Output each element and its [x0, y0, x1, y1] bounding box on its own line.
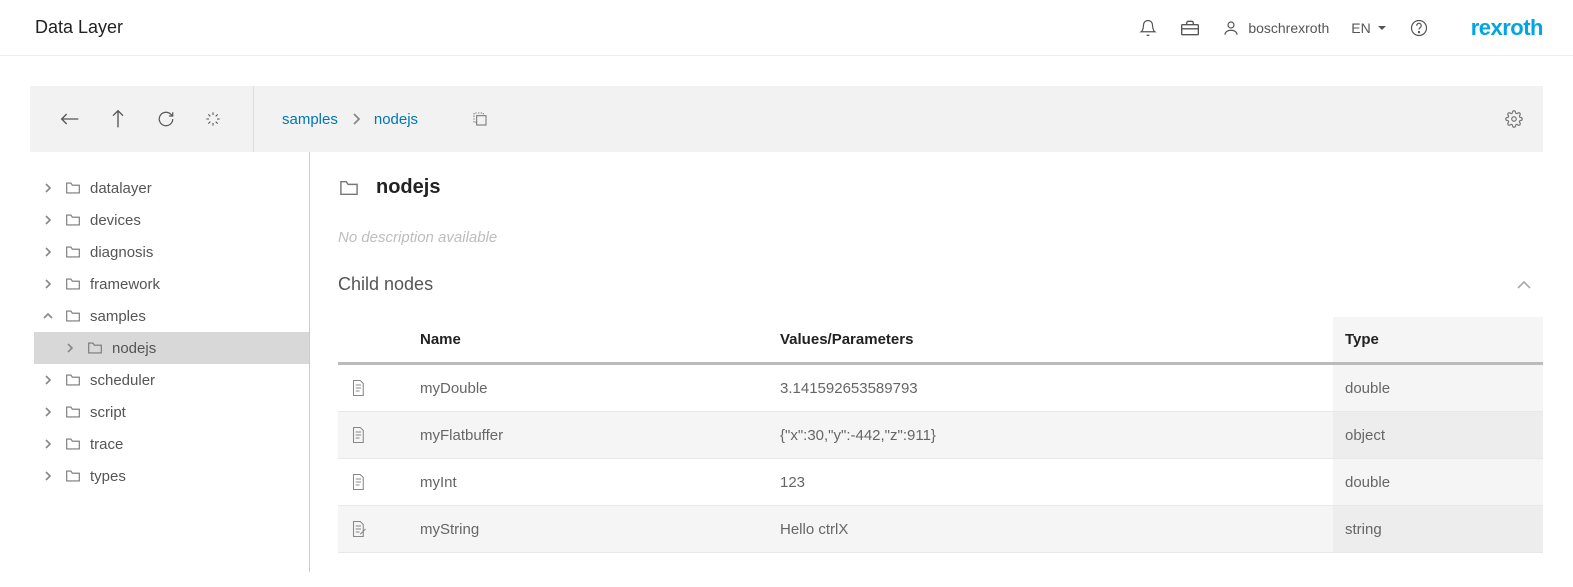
new-window-icon[interactable]: [472, 111, 488, 127]
toolbar: samples nodejs: [30, 86, 1543, 152]
crumb-samples[interactable]: samples: [282, 111, 338, 128]
table-row[interactable]: myFlatbuffer{"x":30,"y":-442,"z":911}obj…: [338, 412, 1543, 459]
file-icon: [338, 506, 408, 553]
folder-icon: [64, 309, 82, 323]
col-type: Type: [1333, 317, 1543, 364]
child-nodes-table: Name Values/Parameters Type myDouble3.14…: [338, 317, 1543, 553]
tree-label: trace: [90, 436, 123, 453]
tree-item-framework[interactable]: framework: [34, 268, 309, 300]
tree-item-nodejs[interactable]: nodejs: [34, 332, 309, 364]
reload-icon[interactable]: [156, 109, 176, 129]
page-title: Data Layer: [35, 17, 123, 38]
username: boschrexroth: [1248, 20, 1329, 36]
caret-icon[interactable]: [62, 342, 78, 354]
help-icon[interactable]: [1409, 18, 1429, 38]
tree-item-samples[interactable]: samples: [34, 300, 309, 332]
tree-item-trace[interactable]: trace: [34, 428, 309, 460]
caret-icon[interactable]: [40, 214, 56, 226]
folder-icon: [64, 181, 82, 195]
cell-value: {"x":30,"y":-442,"z":911}: [768, 412, 1333, 459]
content: nodejs No description available Child no…: [310, 152, 1543, 572]
tree-label: framework: [90, 276, 160, 293]
caret-icon[interactable]: [40, 438, 56, 450]
up-icon[interactable]: [108, 109, 128, 129]
bell-icon[interactable]: [1138, 18, 1158, 38]
cell-value: Hello ctrlX: [768, 506, 1333, 553]
tree-label: script: [90, 404, 126, 421]
tree-label: datalayer: [90, 180, 152, 197]
chevron-right-icon: [352, 113, 360, 125]
breadcrumb: samples nodejs: [254, 111, 488, 128]
folder-icon: [338, 179, 360, 197]
table-row[interactable]: myStringHello ctrlXstring: [338, 506, 1543, 553]
cell-name: myDouble: [408, 364, 768, 412]
tree: datalayer devices diagnosis framework sample…: [30, 152, 310, 572]
tree-label: samples: [90, 308, 146, 325]
cell-value: 123: [768, 459, 1333, 506]
folder-icon: [64, 405, 82, 419]
brand-logo: rexroth: [1471, 15, 1543, 41]
cell-type: string: [1333, 506, 1543, 553]
caret-icon[interactable]: [40, 182, 56, 194]
cell-type: object: [1333, 412, 1543, 459]
file-icon: [338, 364, 408, 412]
toolbox-icon[interactable]: [1180, 18, 1200, 38]
chevron-down-icon: [1377, 23, 1387, 33]
folder-icon: [86, 341, 104, 355]
tree-item-types[interactable]: types: [34, 460, 309, 492]
tree-label: diagnosis: [90, 244, 153, 261]
tree-item-devices[interactable]: devices: [34, 204, 309, 236]
section-title: Child nodes: [338, 274, 1517, 295]
table-row[interactable]: myInt123double: [338, 459, 1543, 506]
tree-label: devices: [90, 212, 141, 229]
table-row[interactable]: myDouble3.141592653589793double: [338, 364, 1543, 412]
folder-icon: [64, 213, 82, 227]
cell-type: double: [1333, 459, 1543, 506]
language-label: EN: [1351, 20, 1370, 36]
cell-name: myString: [408, 506, 768, 553]
gear-icon[interactable]: [1505, 110, 1543, 128]
caret-icon[interactable]: [40, 246, 56, 258]
tree-label: types: [90, 468, 126, 485]
folder-icon: [64, 245, 82, 259]
cell-name: myInt: [408, 459, 768, 506]
chevron-up-icon[interactable]: [1517, 280, 1543, 290]
cell-name: myFlatbuffer: [408, 412, 768, 459]
crumb-nodejs[interactable]: nodejs: [374, 111, 418, 128]
tree-item-script[interactable]: script: [34, 396, 309, 428]
cell-value: 3.141592653589793: [768, 364, 1333, 412]
file-icon: [338, 459, 408, 506]
col-value: Values/Parameters: [768, 317, 1333, 364]
tree-item-diagnosis[interactable]: diagnosis: [34, 236, 309, 268]
tree-label: nodejs: [112, 340, 156, 357]
topbar: Data Layer boschrexroth EN rexroth: [0, 0, 1573, 56]
center-icon[interactable]: [203, 109, 223, 129]
user-menu[interactable]: boschrexroth: [1222, 19, 1329, 37]
caret-icon[interactable]: [40, 406, 56, 418]
folder-icon: [64, 373, 82, 387]
folder-icon: [64, 469, 82, 483]
content-title: nodejs: [376, 176, 440, 199]
tree-item-scheduler[interactable]: scheduler: [34, 364, 309, 396]
back-icon[interactable]: [60, 109, 80, 129]
col-name: Name: [408, 317, 768, 364]
folder-icon: [64, 277, 82, 291]
description: No description available: [338, 229, 1543, 246]
language-selector[interactable]: EN: [1351, 20, 1386, 36]
cell-type: double: [1333, 364, 1543, 412]
caret-icon[interactable]: [40, 310, 56, 322]
tree-item-datalayer[interactable]: datalayer: [34, 172, 309, 204]
file-icon: [338, 412, 408, 459]
caret-icon[interactable]: [40, 374, 56, 386]
folder-icon: [64, 437, 82, 451]
caret-icon[interactable]: [40, 278, 56, 290]
caret-icon[interactable]: [40, 470, 56, 482]
tree-label: scheduler: [90, 372, 155, 389]
